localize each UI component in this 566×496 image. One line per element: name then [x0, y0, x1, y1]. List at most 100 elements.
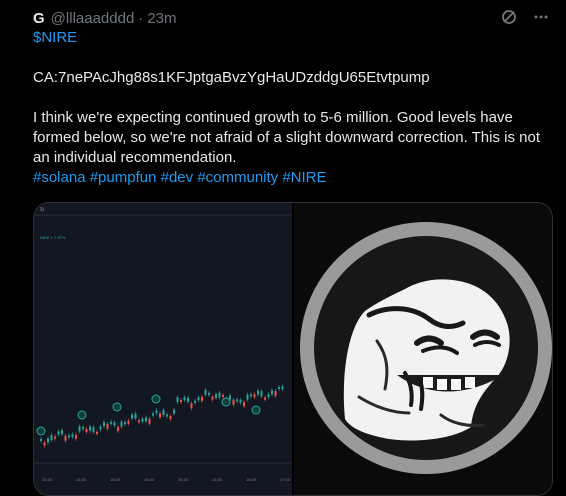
post-time[interactable]: 23m — [147, 10, 176, 27]
time-label: 16:00 — [144, 477, 155, 482]
candle-body — [264, 397, 266, 400]
candle-body — [117, 426, 119, 431]
candle-body — [75, 434, 77, 439]
candle-body — [124, 422, 126, 425]
candle-body — [89, 426, 91, 431]
candle-body — [236, 399, 238, 402]
candle-body — [211, 396, 214, 400]
post-body: I think we're expecting continued growth… — [33, 109, 541, 166]
candle-body — [183, 397, 186, 401]
contract-address: CA:7nePAcJhg88s1KFJptgaBvzYgHaUDzddgU65E… — [33, 69, 430, 86]
candle-body — [68, 435, 70, 438]
trade-marker — [36, 426, 46, 436]
candle-body — [152, 413, 154, 416]
candle-body — [243, 402, 245, 407]
candle-body — [54, 436, 56, 439]
candle-body — [106, 423, 109, 429]
chart-screenshot[interactable]: $t NIRE 1.7 4T% 15:15 15:30 15:45 16:00 … — [34, 203, 292, 495]
candle-body — [250, 394, 252, 397]
candle-body — [271, 390, 273, 395]
time-label: 16:15 — [178, 477, 189, 482]
candle-body — [257, 390, 259, 395]
candle-body — [187, 397, 189, 402]
candle-body — [232, 399, 235, 405]
hashtag-solana[interactable]: #solana — [33, 169, 86, 186]
candle-body — [260, 391, 263, 397]
post-header: G @lllaaadddd · 23m — [33, 8, 176, 28]
author-name[interactable]: G — [33, 10, 45, 27]
candle-body — [127, 420, 130, 424]
candle-body — [239, 399, 242, 403]
candle-body — [215, 394, 217, 399]
candle-body — [138, 420, 140, 423]
candle-body — [155, 410, 158, 414]
candle-body — [57, 431, 60, 435]
hashtag-community[interactable]: #community — [197, 169, 278, 186]
candle-body — [222, 394, 224, 397]
trade-marker — [77, 410, 87, 420]
candle-body — [246, 394, 249, 400]
candle-body — [204, 389, 207, 395]
trade-marker — [251, 405, 261, 415]
candle-body — [134, 413, 137, 419]
candle-body — [103, 422, 105, 427]
candle-body — [141, 418, 144, 422]
hashtag-pumpfun[interactable]: #pumpfun — [90, 169, 157, 186]
candle-body — [85, 428, 88, 432]
hashtag-list: #solana #pumpfun #dev #community #NIRE — [33, 168, 553, 188]
time-label: 16:45 — [246, 477, 257, 482]
more-icon[interactable] — [532, 8, 550, 26]
separator-dot: · — [138, 9, 144, 27]
candle-body — [176, 397, 179, 403]
candle-body — [162, 410, 165, 416]
candle-body — [92, 427, 95, 433]
candle-body — [190, 403, 193, 409]
candle-body — [145, 417, 147, 422]
candle-body — [131, 414, 133, 419]
candle-body — [267, 394, 270, 398]
candle-body — [166, 414, 168, 417]
ticker-link[interactable]: $NIRE — [33, 29, 77, 46]
candle-body — [82, 427, 84, 430]
candle-body — [201, 396, 203, 401]
post-media: $t NIRE 1.7 4T% 15:15 15:30 15:45 16:00 … — [33, 202, 553, 496]
candles — [40, 384, 284, 448]
candle-body — [218, 392, 221, 398]
candle-body — [148, 418, 151, 424]
creature-medallion — [300, 222, 552, 474]
candle-body — [173, 409, 175, 414]
candle-body — [169, 416, 172, 420]
candle-body — [208, 392, 210, 395]
grok-icon[interactable] — [500, 8, 518, 26]
hashtag-dev[interactable]: #dev — [161, 169, 194, 186]
trade-marker — [151, 394, 161, 404]
post-text: $NIRE CA:7nePAcJhg88s1KFJptgaBvzYgHaUDzd… — [33, 28, 553, 188]
candle-body — [64, 435, 67, 441]
candle-body — [96, 431, 98, 434]
author-handle[interactable]: @lllaaadddd — [51, 10, 135, 27]
trade-marker — [221, 397, 231, 407]
candle-body — [43, 442, 46, 446]
time-label: 15:45 — [110, 477, 121, 482]
time-label: 15:15 — [42, 477, 53, 482]
trade-markers — [36, 394, 261, 436]
candle-body — [229, 395, 231, 400]
candle-body — [113, 422, 116, 426]
candle-body — [78, 426, 81, 432]
time-label: 16:30 — [212, 477, 223, 482]
hashtag-nire[interactable]: #NIRE — [282, 169, 326, 186]
candle-body — [50, 435, 53, 441]
post-actions — [500, 8, 550, 26]
candle-body — [197, 397, 200, 401]
candle-body — [253, 394, 256, 398]
nire-image[interactable] — [294, 203, 552, 495]
candle-body — [40, 439, 42, 441]
trade-marker — [112, 402, 122, 412]
candle-body — [71, 434, 74, 438]
candle-body — [61, 430, 63, 435]
candle-body — [47, 438, 49, 443]
time-label: 15:30 — [76, 477, 87, 482]
candle-body — [278, 387, 280, 390]
chart-svg — [34, 214, 292, 464]
candle-body — [110, 421, 112, 424]
